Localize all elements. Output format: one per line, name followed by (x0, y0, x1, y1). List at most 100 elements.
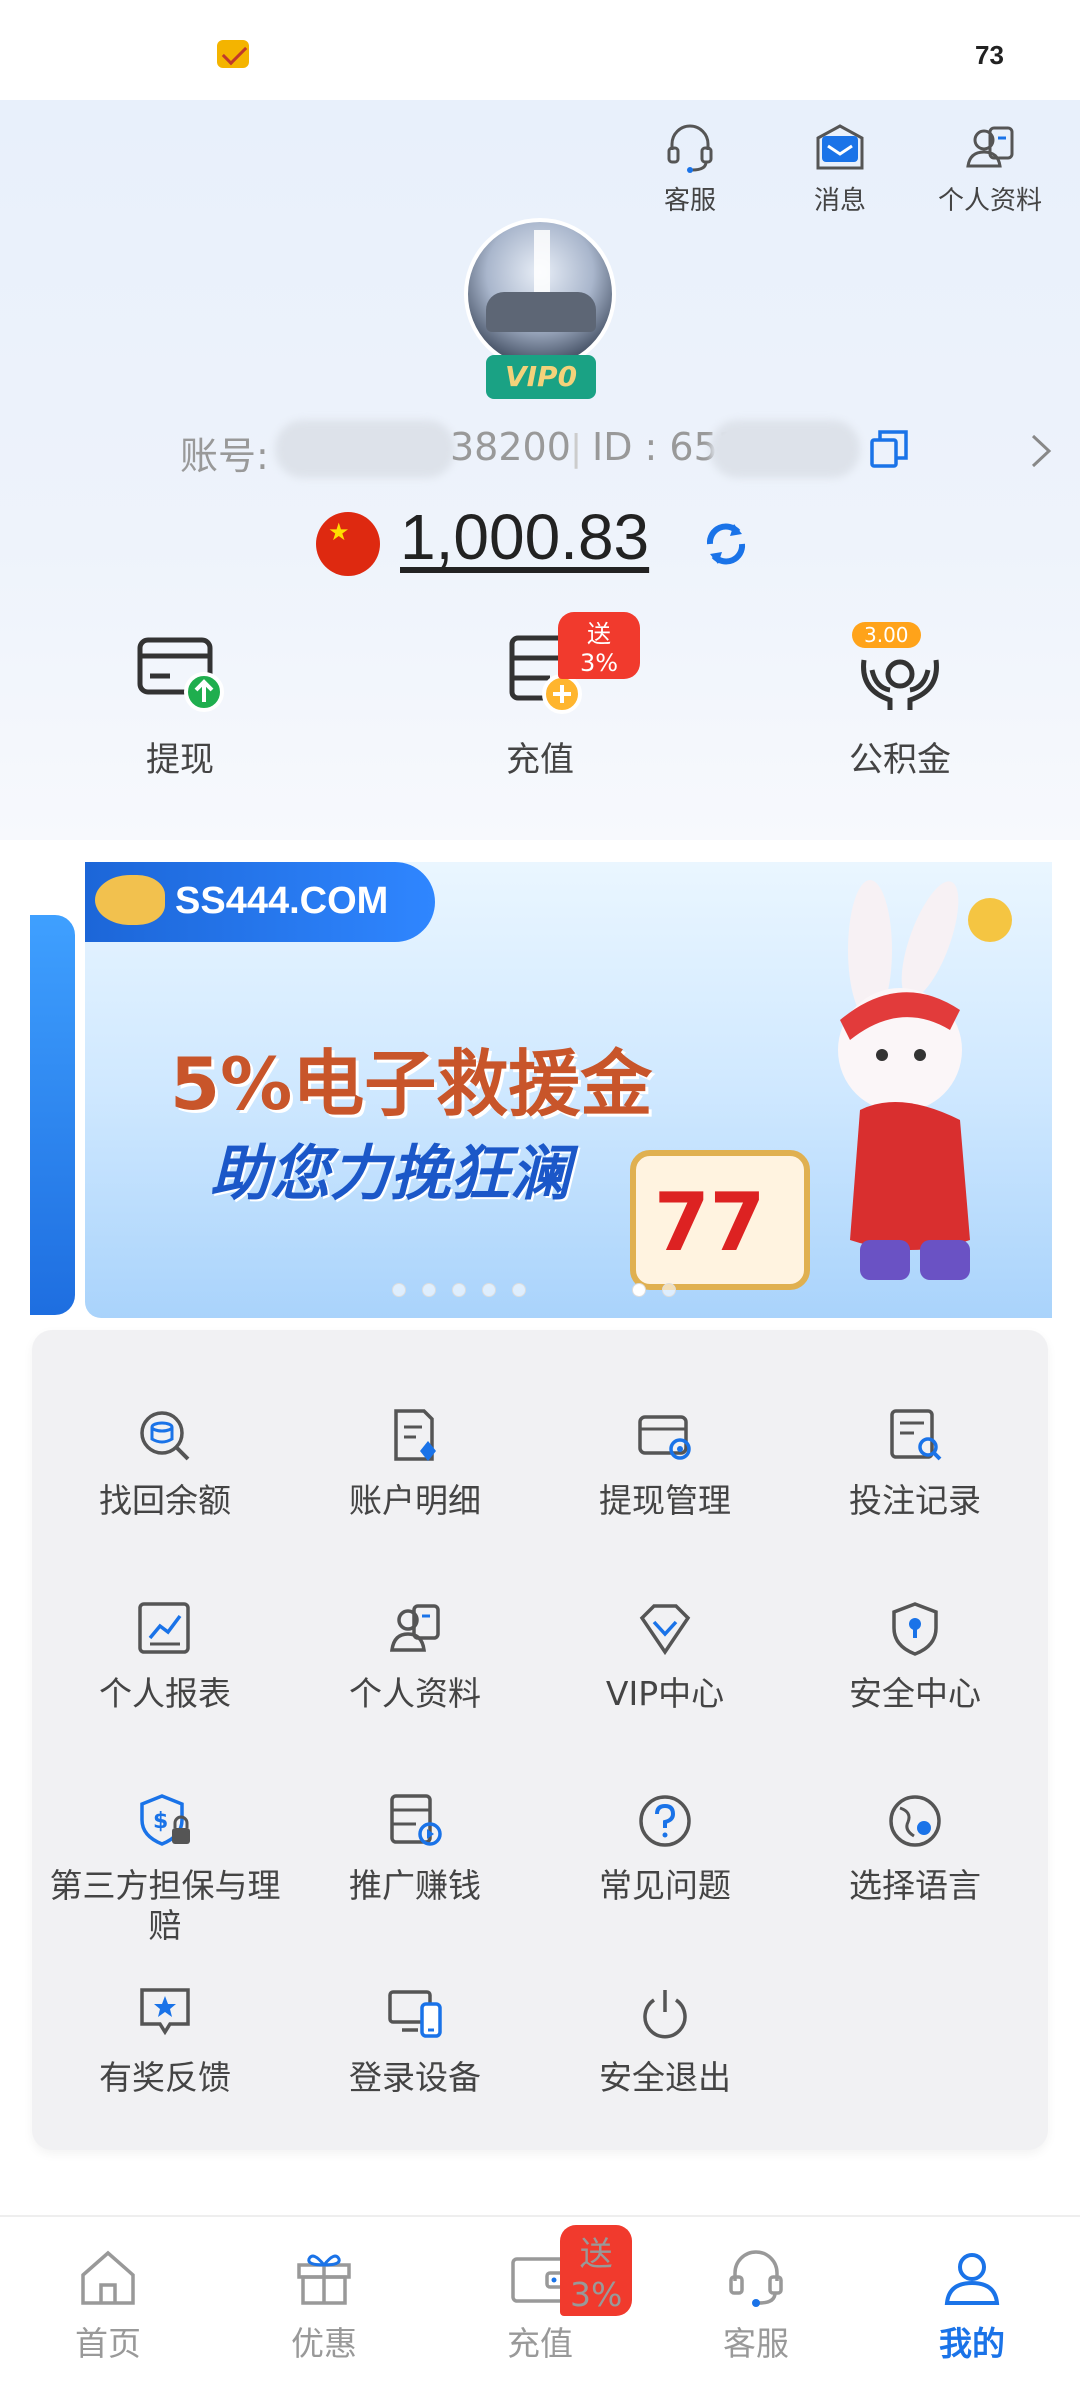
power-icon (643, 1990, 687, 2039)
banner-prev-slide-peek[interactable] (30, 915, 75, 1315)
question-circle-icon (639, 1795, 691, 1847)
tab-promotions[interactable]: 优惠 (244, 2245, 404, 2365)
grid-item-label: 选择语言 (849, 1866, 981, 1905)
profile-button[interactable]: 个人资料 (915, 120, 1065, 220)
home-icon (81, 2250, 135, 2305)
grid-item-select-language[interactable]: 选择语言 (790, 1790, 1040, 1930)
messages-button[interactable]: 消息 (765, 120, 915, 220)
grid-item-bet-records[interactable]: 投注记录 (790, 1405, 1040, 1545)
avatar-light-beam (534, 230, 550, 300)
tab-deposit[interactable]: 充值 送3% (460, 2225, 633, 2365)
grid-item-label: 常见问题 (599, 1866, 731, 1905)
copy-icon[interactable] (868, 428, 910, 470)
grid-item-label: 个人报表 (99, 1674, 231, 1713)
headset-icon (667, 124, 713, 173)
provident-fund-button[interactable]: 公积金 3.00 (800, 622, 1000, 790)
rabbit-mascot-illustration (838, 880, 1012, 1280)
carousel-dot[interactable] (482, 1283, 496, 1297)
carousel-dot[interactable] (512, 1283, 526, 1297)
withdraw-management-icon (638, 1415, 691, 1460)
profile-label: 个人资料 (937, 186, 1042, 216)
banner-headline: 5%电子救援金 (170, 1042, 653, 1126)
notification-mail-icon (217, 40, 249, 68)
grid-item-label: VIP中心 (605, 1674, 725, 1713)
tab-mine[interactable]: 我的 (892, 2245, 1052, 2365)
grid-item-account-details[interactable]: 账户明细 (290, 1405, 540, 1545)
grid-item-logout[interactable]: 安全退出 (540, 1982, 790, 2122)
recover-balance-icon (140, 1411, 190, 1461)
provident-fund-label: 公积金 (849, 740, 951, 780)
tab-customer-service[interactable]: 客服 (676, 2245, 836, 2365)
banner-subline: 助您力挽狂澜 (210, 1139, 570, 1209)
tab-deposit-bonus-badge: 送3% (560, 2225, 633, 2316)
carousel-dot[interactable] (662, 1283, 676, 1297)
withdraw-button[interactable]: 提现 (80, 630, 280, 790)
carousel-dot[interactable] (422, 1283, 436, 1297)
bet-records-icon (890, 1409, 942, 1461)
customer-service-button[interactable]: 客服 (615, 120, 765, 220)
grid-item-label: 账户明细 (349, 1481, 481, 1520)
slot-machine-illustration: 77 (630, 1150, 810, 1290)
grid-item-login-devices[interactable]: 登录设备 (290, 1982, 540, 2122)
grid-item-withdraw-management[interactable]: 提现管理 (540, 1405, 790, 1545)
tab-label: 我的 (939, 2324, 1005, 2363)
lion-logo-icon (95, 875, 165, 925)
avatar[interactable] (464, 218, 616, 370)
slot-digits: 77 (654, 1176, 766, 1269)
shield-dollar-lock-icon: $ (140, 1794, 190, 1846)
personal-report-icon (138, 1602, 190, 1654)
grid-item-promote-earn[interactable]: 推广赚钱 (290, 1790, 540, 1930)
grid-item-personal-report[interactable]: 个人报表 (40, 1598, 290, 1738)
tab-label: 客服 (723, 2324, 789, 2363)
battery-level: 73 (975, 40, 1004, 70)
refresh-icon[interactable] (700, 518, 752, 570)
avatar-car-image (486, 292, 596, 332)
carousel-dot[interactable] (452, 1283, 466, 1297)
grid-item-label: 个人资料 (349, 1674, 481, 1713)
grid-item-security-center[interactable]: 安全中心 (790, 1598, 1040, 1738)
user-icon (944, 2253, 1000, 2305)
carousel-dot[interactable] (392, 1283, 406, 1297)
grid-item-third-party-guarantee[interactable]: $ 第三方担保与理赔 (40, 1790, 290, 1945)
grid-item-recover-balance[interactable]: 找回余额 (40, 1405, 290, 1545)
grid-item-faq[interactable]: 常见问题 (540, 1790, 790, 1930)
withdraw-card-icon (137, 637, 224, 712)
deposit-bonus-badge: 送3% (558, 612, 640, 679)
account-masked (275, 420, 455, 478)
grid-item-label: 安全中心 (849, 1674, 981, 1713)
grid-item-feedback-reward[interactable]: 有奖反馈 (40, 1982, 290, 2122)
tab-label: 充值 (507, 2324, 573, 2363)
deposit-button[interactable]: 充值 送3% (440, 612, 640, 790)
wallet-balance[interactable]: 1,000.83 (400, 500, 649, 574)
account-details-icon (394, 1409, 436, 1461)
grid-item-label: 安全退出 (599, 2058, 731, 2097)
carousel-dot-active[interactable] (632, 1283, 646, 1297)
svg-text:$: $ (153, 1809, 168, 1834)
shield-icon (892, 1602, 938, 1656)
account-number-tail: 38200 (450, 425, 571, 469)
message-envelope-icon (816, 124, 864, 170)
feedback-star-icon (140, 1988, 190, 2036)
customer-service-label: 客服 (663, 186, 716, 216)
separator: | (570, 428, 583, 469)
tab-label: 优惠 (291, 2324, 357, 2363)
grid-item-vip-center[interactable]: VIP中心 (540, 1598, 790, 1738)
withdraw-label: 提现 (146, 740, 214, 780)
headset-icon (729, 2250, 783, 2307)
grid-item-personal-profile[interactable]: 个人资料 (290, 1598, 540, 1738)
chevron-right-icon[interactable] (1025, 432, 1055, 470)
deposit-label: 充值 (506, 740, 574, 780)
grid-item-label: 有奖反馈 (99, 2058, 231, 2097)
grid-item-label: 第三方担保与理赔 (49, 1866, 281, 1945)
user-id-masked (710, 420, 860, 478)
devices-icon (388, 1990, 442, 2038)
grid-item-label: 投注记录 (849, 1481, 981, 1520)
tab-home[interactable]: 首页 (28, 2245, 188, 2365)
china-flag-icon (316, 512, 380, 576)
profile-card-icon (966, 126, 1014, 168)
profile-card-icon (390, 1604, 440, 1652)
grid-item-label: 登录设备 (349, 2058, 481, 2097)
banner-logo-text: SS444.COM (175, 880, 389, 922)
provident-fund-badge: 3.00 (852, 622, 921, 648)
globe-icon (889, 1795, 941, 1847)
